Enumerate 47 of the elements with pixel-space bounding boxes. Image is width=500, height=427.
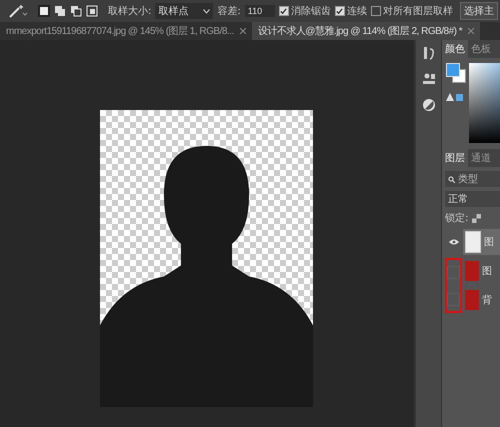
layer-filter-field[interactable]: 类型 [445, 171, 500, 187]
panel-tab[interactable]: 色板 [468, 40, 494, 58]
layer-row[interactable]: 图 [463, 229, 500, 255]
close-icon[interactable] [468, 28, 474, 34]
new-selection-icon[interactable] [38, 5, 50, 17]
layer-thumbnail [465, 261, 480, 281]
select-subject-button[interactable]: 选择主 [460, 2, 498, 20]
panel-tab[interactable]: 通道 [468, 149, 494, 167]
sample-size-label: 取样大小: [108, 4, 152, 18]
sample-size-dropdown[interactable]: 取样点 [155, 3, 214, 19]
layer-name: 图 [484, 236, 494, 249]
search-icon [448, 176, 456, 182]
gamut-warning-icon [446, 93, 464, 102]
lock-label: 锁定: [445, 212, 468, 225]
adjustments-icon[interactable] [422, 98, 436, 112]
color-picker-field[interactable] [469, 63, 500, 143]
tolerance-field[interactable]: 110 [244, 5, 275, 17]
properties-icon[interactable] [422, 72, 436, 86]
foreground-background-swatch[interactable] [446, 63, 466, 83]
caret-icon [203, 8, 210, 14]
document-tab[interactable]: 设计不求人@慧雅.jpg @ 114% (图层 2, RGB/8#) * [252, 22, 480, 40]
layer-thumbnail [465, 231, 482, 253]
layer-name: 图 [482, 265, 492, 278]
blend-mode-dropdown[interactable]: 正常 [445, 191, 500, 207]
checkbox[interactable] [278, 6, 289, 16]
checkbox-label: 对所有图层取样 [382, 4, 453, 18]
magic-wand-icon[interactable] [8, 4, 28, 18]
visibility-toggle[interactable] [447, 292, 460, 306]
add-selection-icon[interactable] [54, 5, 66, 17]
checkbox-label: 连续 [346, 4, 367, 18]
checkbox-label: 消除锯齿 [290, 4, 331, 18]
layer-thumbnail [465, 290, 480, 310]
tolerance-label: 容差: [217, 4, 241, 18]
layer-name: 背 [482, 294, 492, 307]
visibility-toggle[interactable] [447, 266, 460, 278]
panel-tab[interactable]: 颜色 [442, 40, 468, 58]
eye-icon [448, 239, 459, 245]
document-tab[interactable]: mmexport1591196877074.jpg @ 145% (图层 1, RGB/8... [0, 22, 252, 40]
layer-row[interactable]: 背 [463, 287, 500, 313]
layer-row[interactable]: 图 [463, 258, 500, 284]
subtract-selection-icon[interactable] [70, 5, 82, 17]
checkbox[interactable] [370, 6, 381, 16]
panel-tab[interactable]: 图层 [442, 149, 468, 167]
intersect-selection-icon[interactable] [86, 5, 98, 17]
brush-settings-icon[interactable] [422, 46, 436, 60]
checkbox[interactable] [334, 6, 345, 16]
close-icon[interactable] [240, 28, 246, 34]
